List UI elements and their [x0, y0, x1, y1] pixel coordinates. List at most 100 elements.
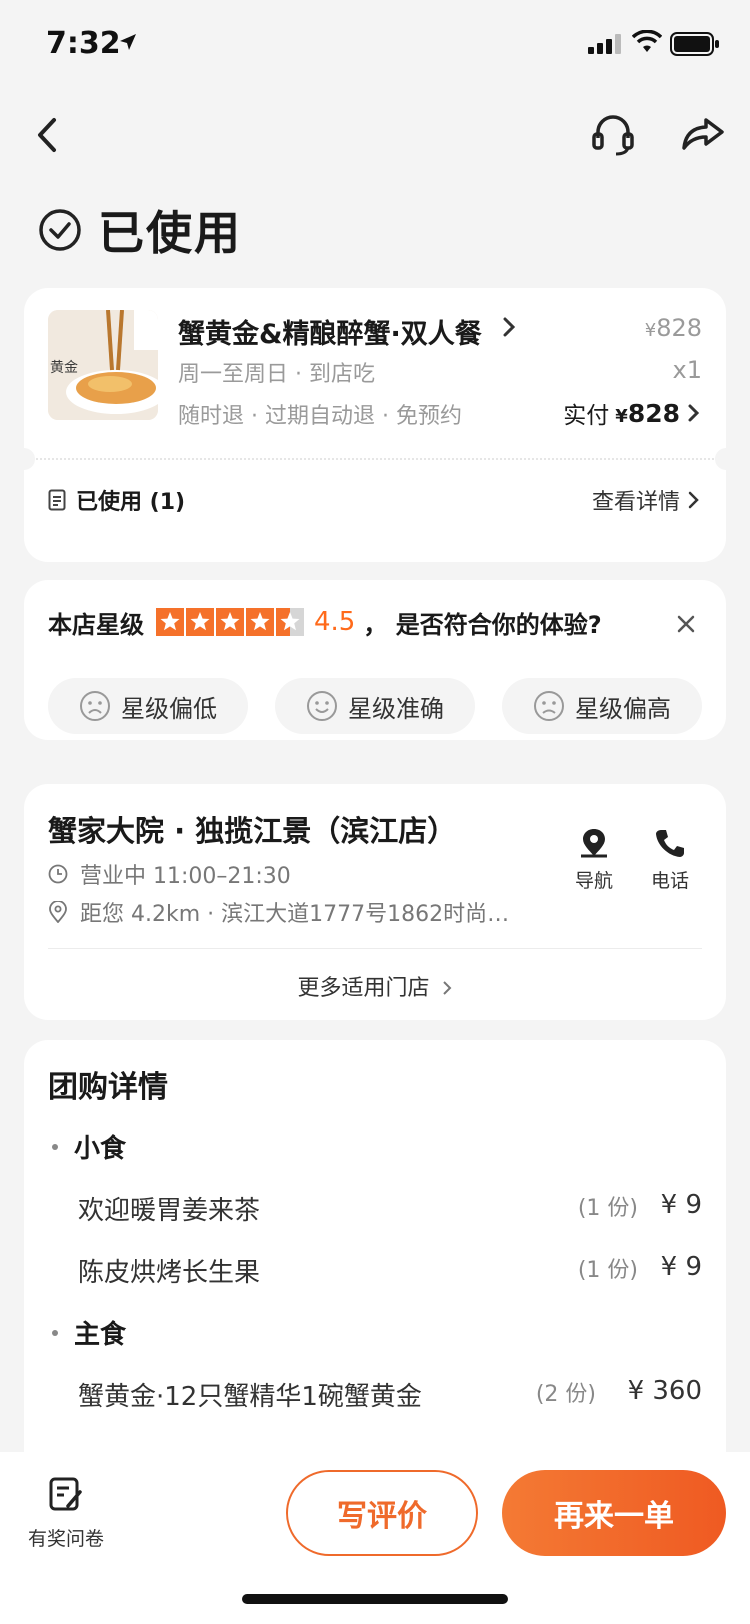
product-name[interactable]: 蟹黄金&精酿醉蟹·双人餐	[178, 312, 482, 351]
thumb-text: 黄金	[50, 359, 78, 376]
wifi-icon	[632, 30, 662, 52]
paid-amount: ¥828	[615, 399, 680, 428]
status-bar: 7:32	[0, 0, 750, 88]
product-subtitle: 周一至周日 · 到店吃	[178, 362, 375, 387]
write-review-button[interactable]: 写评价	[286, 1470, 478, 1556]
food-image: 黄金	[48, 310, 158, 420]
survey-button[interactable]: 有奖问卷	[24, 1476, 108, 1551]
chevron-right-icon	[442, 981, 451, 995]
paid-amount-value: 828	[627, 398, 680, 428]
used-count-label: 已使用 (1)	[76, 490, 186, 515]
deal-item: 陈皮烘烤长生果 (1 份) ¥ 9	[78, 1252, 702, 1292]
back-icon[interactable]	[30, 110, 70, 160]
store-name[interactable]: 蟹家大院 · 独揽江景（滨江店）	[48, 808, 456, 850]
smile-face-icon	[307, 691, 337, 721]
divider	[36, 458, 714, 460]
deal-section-header: 主食	[48, 1314, 126, 1351]
deal-item: 欢迎暖胃姜来茶 (1 份) ¥ 9	[78, 1190, 702, 1230]
nav-bar	[0, 100, 750, 170]
share-icon[interactable]	[680, 108, 726, 158]
store-hours: 营业中 11:00–21:30	[80, 864, 291, 889]
deal-item: 蟹黄金·12只蟹精华1碗蟹黄金 (2 份) ¥ 360	[78, 1376, 702, 1416]
battery-icon	[670, 32, 719, 56]
item-price: ¥ 9	[660, 1190, 702, 1220]
quantity: x1	[672, 356, 702, 384]
half-star-icon	[276, 608, 304, 636]
rating-option-label: 星级准确	[348, 694, 444, 723]
rating-option-label: 星级偏低	[121, 694, 217, 723]
rating-score: 4.5	[314, 607, 356, 637]
bullet-dot	[52, 1329, 58, 1336]
more-stores-link[interactable]: 更多适用门店	[24, 970, 726, 1002]
document-icon	[48, 489, 66, 511]
chevron-right-icon	[688, 404, 700, 422]
cellular-signal-icon	[588, 34, 621, 54]
survey-edit-icon	[49, 1477, 82, 1511]
bottom-action-bar: 有奖问卷 写评价 再来一单	[0, 1452, 750, 1624]
divider	[48, 948, 702, 949]
item-count: (1 份)	[577, 1196, 638, 1221]
store-card: 蟹家大院 · 独揽江景（滨江店） 营业中 11:00–21:30 距您 4.2k…	[24, 784, 726, 1020]
navigate-button[interactable]: 导航	[564, 826, 624, 893]
call-button[interactable]: 电话	[640, 826, 700, 893]
deal-title: 团购详情	[48, 1070, 168, 1105]
check-circle-icon	[39, 209, 81, 251]
rating-option-low[interactable]: 星级偏低	[48, 678, 248, 734]
rating-feedback-card: 本店星级 4.5 ， 是否符合你的体验? 星级偏低 星级准确 星级偏高	[24, 580, 726, 740]
view-details-link[interactable]: 查看详情	[592, 484, 702, 516]
star-icon	[186, 608, 214, 636]
close-icon[interactable]	[676, 614, 696, 634]
item-name: 陈皮烘烤长生果	[78, 1258, 261, 1288]
item-price: ¥ 360	[627, 1376, 702, 1406]
product-tags: 随时退 · 过期自动退 · 免预约	[178, 404, 462, 429]
section-name: 小食	[74, 1134, 127, 1164]
frown-face-icon	[534, 691, 564, 721]
rating-options: 星级偏低 星级准确 星级偏高	[48, 678, 702, 734]
paid-amount-row[interactable]: 实付 ¥828	[563, 396, 702, 430]
item-name: 欢迎暖胃姜来茶	[78, 1196, 261, 1226]
rating-option-accurate[interactable]: 星级准确	[275, 678, 475, 734]
survey-label: 有奖问卷	[27, 1528, 104, 1550]
item-price: ¥ 9	[660, 1252, 702, 1282]
phone-icon	[656, 830, 684, 857]
bullet-dot	[52, 1143, 58, 1150]
home-indicator	[242, 1594, 508, 1604]
star-icon	[156, 608, 184, 636]
product-thumbnail[interactable]: 黄金	[48, 310, 158, 420]
original-price-value: 828	[656, 314, 702, 342]
chevron-right-icon	[688, 491, 699, 509]
paid-currency: ¥	[615, 405, 628, 427]
store-hours-row: 营业中 11:00–21:30	[48, 858, 291, 890]
deal-section-header: 小食	[48, 1128, 126, 1165]
star-icon	[216, 608, 244, 636]
location-arrow-icon	[120, 34, 136, 50]
chevron-right-icon[interactable]	[502, 316, 516, 338]
paid-label: 实付	[563, 403, 610, 429]
rating-question: ， 是否符合你的体验?	[363, 610, 602, 639]
ticket-notch	[715, 448, 737, 470]
star-rating	[156, 608, 306, 636]
customer-service-icon[interactable]	[590, 108, 636, 158]
view-details-label: 查看详情	[591, 490, 680, 515]
ticket-notch	[13, 448, 35, 470]
store-address: 距您 4.2km · 滨江大道1777号1862时尚…	[80, 902, 510, 927]
sad-face-icon	[80, 691, 110, 721]
navigation-pin-icon	[581, 829, 607, 858]
rating-label: 本店星级	[48, 610, 144, 639]
order-status-header: 已使用	[38, 198, 242, 262]
page-title: 已使用	[98, 206, 242, 260]
star-icon	[246, 608, 274, 636]
order-card: 黄金 蟹黄金&精酿醉蟹·双人餐 周一至周日 · 到店吃 随时退 · 过期自动退 …	[13, 288, 737, 562]
item-name: 蟹黄金·12只蟹精华1碗蟹黄金	[78, 1382, 422, 1412]
store-address-row: 距您 4.2km · 滨江大道1777号1862时尚…	[48, 896, 509, 928]
more-stores-label: 更多适用门店	[297, 976, 430, 1001]
deal-details-card: 团购详情 小食 欢迎暖胃姜来茶 (1 份) ¥ 9 陈皮烘烤长生果 (1 份) …	[24, 1040, 726, 1500]
used-status-row: 已使用 (1) 查看详情	[48, 482, 702, 518]
section-name: 主食	[74, 1320, 127, 1350]
clock-icon	[48, 864, 68, 884]
location-pin-icon	[49, 901, 67, 923]
navigate-label: 导航	[574, 870, 613, 892]
rating-option-high[interactable]: 星级偏高	[502, 678, 702, 734]
reorder-button[interactable]: 再来一单	[502, 1470, 726, 1556]
item-count: (1 份)	[577, 1258, 638, 1283]
